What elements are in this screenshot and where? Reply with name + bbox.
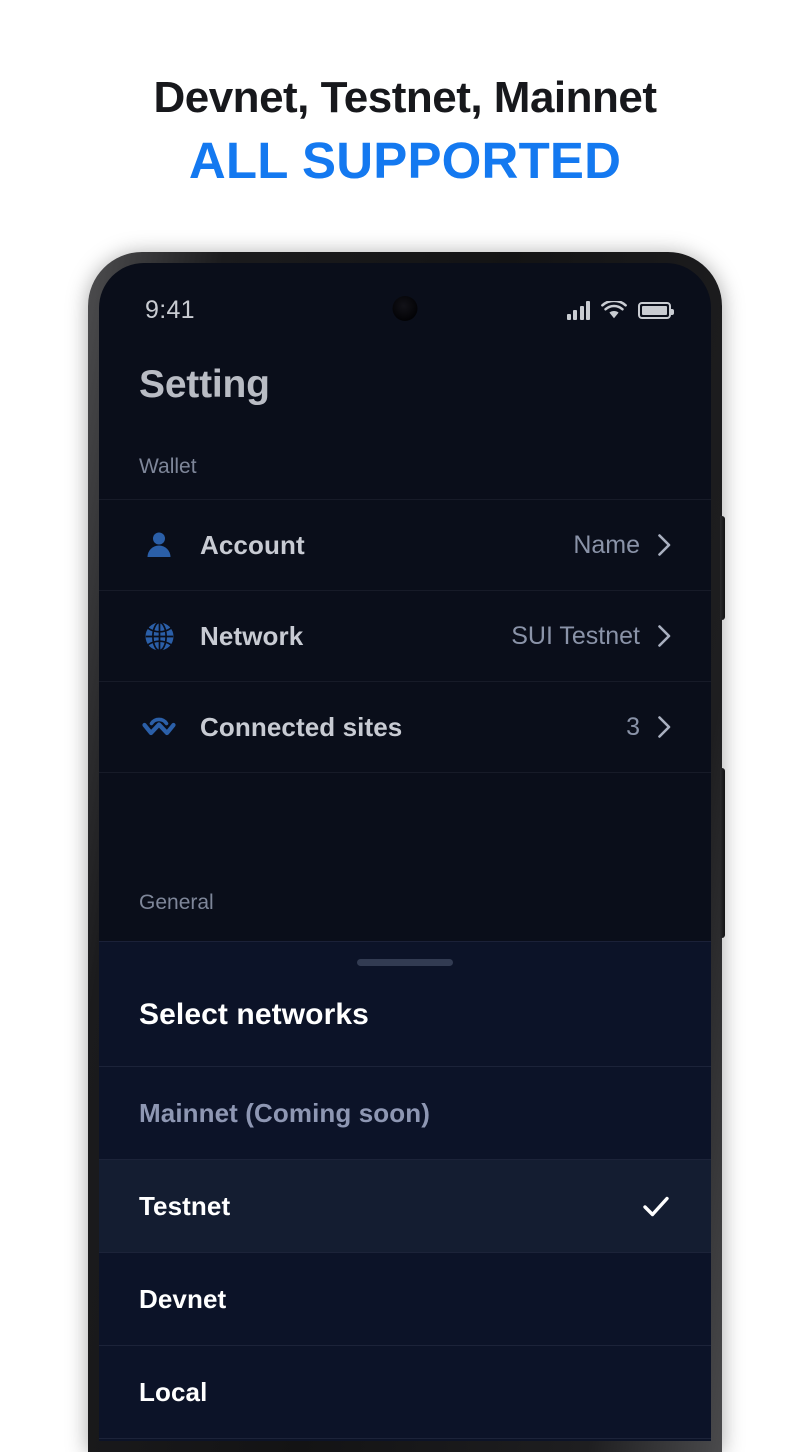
section-label-general: General <box>139 891 214 914</box>
section-label-wallet: Wallet <box>139 455 197 478</box>
chevron-right-icon <box>658 534 671 556</box>
status-bar: 9:41 <box>99 263 711 341</box>
front-camera-punch-hole <box>392 296 418 321</box>
settings-row-value-account: Name <box>573 530 640 559</box>
phone-screen: 9:41 Setting Wallet Account Name Network… <box>99 263 711 1441</box>
network-option-testnet[interactable]: Testnet <box>99 1160 711 1252</box>
globe-icon <box>139 620 179 653</box>
settings-row-connected-sites[interactable]: Connected sites 3 <box>99 682 711 772</box>
sheet-handle-area[interactable] <box>99 942 711 966</box>
wave-icon <box>139 714 179 740</box>
phone-side-button-volume[interactable] <box>720 516 725 620</box>
network-option-label: Mainnet (Coming soon) <box>139 1097 430 1128</box>
headline-line-1: Devnet, Testnet, Mainnet <box>153 73 657 122</box>
promo-headline: Devnet, Testnet, Mainnet ALL SUPPORTED <box>0 0 810 191</box>
phone-frame: 9:41 Setting Wallet Account Name Network… <box>88 252 725 1452</box>
network-option-label: Testnet <box>139 1190 231 1221</box>
settings-row-value-connected-sites: 3 <box>626 712 640 741</box>
network-option-partial[interactable] <box>99 1439 711 1441</box>
settings-page: Setting Wallet Account Name Network SUI … <box>99 341 711 941</box>
settings-row-label: Account <box>200 529 305 560</box>
headline-line-2: ALL SUPPORTED <box>188 131 622 189</box>
wifi-icon <box>601 300 627 318</box>
network-option-label: Devnet <box>139 1283 227 1314</box>
check-icon <box>643 1196 669 1217</box>
battery-icon <box>638 301 674 319</box>
network-option-devnet[interactable]: Devnet <box>99 1253 711 1345</box>
phone-side-button-power[interactable] <box>720 768 725 938</box>
status-bar-icons <box>566 300 674 320</box>
chevron-right-icon <box>658 716 671 738</box>
settings-row-network[interactable]: Network SUI Testnet <box>99 591 711 681</box>
signal-bars-icon <box>566 300 590 320</box>
drag-handle[interactable] <box>357 959 453 966</box>
sheet-title: Select networks <box>139 998 369 1031</box>
network-option-mainnet[interactable]: Mainnet (Coming soon) <box>99 1067 711 1159</box>
select-networks-sheet: Select networks Mainnet (Coming soon) Te… <box>99 941 711 1441</box>
chevron-right-icon <box>658 625 671 647</box>
section-spacer <box>99 773 711 891</box>
settings-row-label: Connected sites <box>200 711 403 742</box>
status-bar-clock: 9:41 <box>145 295 195 324</box>
settings-row-value-network: SUI Testnet <box>511 621 640 650</box>
settings-row-account[interactable]: Account Name <box>99 500 711 590</box>
network-option-label: Local <box>139 1376 208 1407</box>
network-option-local[interactable]: Local <box>99 1346 711 1438</box>
settings-row-label: Network <box>200 620 304 651</box>
page-title: Setting <box>139 363 270 406</box>
person-icon <box>139 529 179 561</box>
